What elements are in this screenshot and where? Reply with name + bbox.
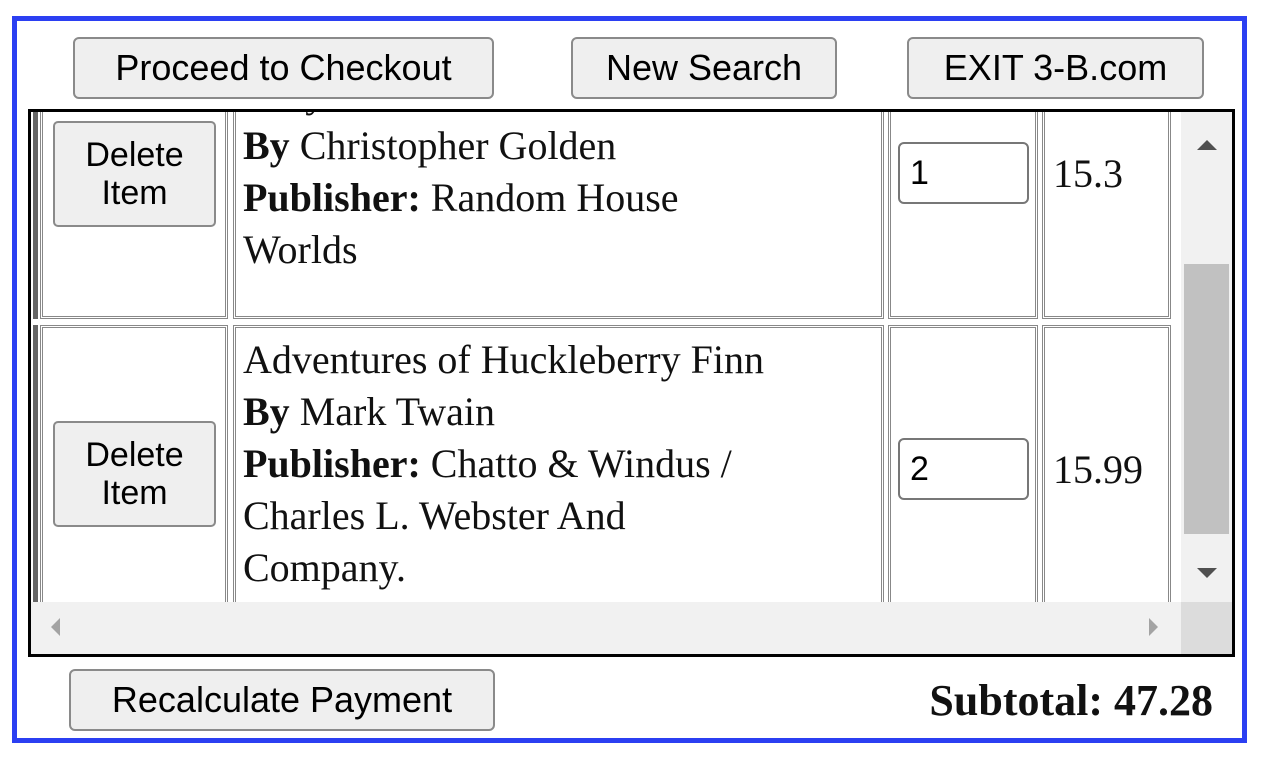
cart-items-viewport: DeleteItem Labyrinth By Christopher Gold… <box>31 112 1181 602</box>
scroll-up-arrow-icon[interactable] <box>1197 140 1217 150</box>
quantity-cell <box>888 325 1038 602</box>
price-cell: 15.3 <box>1042 112 1171 319</box>
scroll-left-arrow-icon[interactable] <box>51 618 60 636</box>
publisher-label: Publisher: <box>243 175 421 220</box>
quantity-input[interactable] <box>898 142 1029 204</box>
book-publisher: Chatto & Windus / <box>430 441 732 486</box>
vertical-scrollbar[interactable] <box>1181 112 1232 602</box>
subtotal-text: Subtotal: 47.28 <box>929 676 1213 725</box>
delete-item-button[interactable]: Delete Item <box>53 421 216 527</box>
by-label: By <box>243 123 290 168</box>
vertical-scroll-thumb[interactable] <box>1184 264 1229 534</box>
book-title: Labyrinth <box>243 112 679 120</box>
delete-label: Delete <box>85 136 184 174</box>
cart-items-scroll-area[interactable]: DeleteItem Labyrinth By Christopher Gold… <box>28 109 1235 657</box>
delete-item-button[interactable]: Delete Item <box>53 121 216 227</box>
scroll-down-arrow-icon[interactable] <box>1197 568 1217 578</box>
quantity-cell <box>888 112 1038 319</box>
exit-button[interactable]: EXIT 3-B.com <box>907 37 1204 99</box>
quantity-input[interactable] <box>898 438 1029 500</box>
price-cell: 15.99 <box>1042 325 1171 602</box>
proceed-to-checkout-button[interactable]: Proceed to Checkout <box>73 37 494 99</box>
horizontal-scrollbar[interactable] <box>31 602 1181 654</box>
item-description: Labyrinth By Christopher Golden Publishe… <box>243 112 679 276</box>
scrollbar-corner <box>1181 602 1232 654</box>
book-author: Christopher Golden <box>299 123 617 168</box>
delete-cell: Delete Item <box>40 112 228 319</box>
scroll-right-arrow-icon[interactable] <box>1149 618 1158 636</box>
row-border <box>33 325 38 602</box>
new-search-button[interactable]: New Search <box>571 37 837 99</box>
book-publisher: Company. <box>243 545 406 590</box>
book-title: Adventures of Huckleberry Finn <box>243 337 764 382</box>
row-border <box>33 112 38 319</box>
recalculate-payment-button[interactable]: Recalculate Payment <box>69 669 495 731</box>
item-price: 15.3 <box>1053 151 1123 196</box>
item-price: 15.99 <box>1053 447 1143 492</box>
description-cell: Adventures of Huckleberry Finn By Mark T… <box>233 325 884 602</box>
cart-frame: Proceed to Checkout New Search EXIT 3-B.… <box>12 16 1247 743</box>
delete-cell: Delete Item <box>40 325 228 602</box>
delete-label: Item <box>101 174 168 212</box>
delete-label: Delete <box>85 436 184 474</box>
book-publisher: Random House <box>430 175 679 220</box>
delete-label: Item <box>101 474 168 512</box>
publisher-label: Publisher: <box>243 441 421 486</box>
book-publisher: Worlds <box>243 227 358 272</box>
item-description: Adventures of Huckleberry Finn By Mark T… <box>243 334 764 594</box>
book-publisher: Charles L. Webster And <box>243 493 626 538</box>
by-label: By <box>243 389 290 434</box>
book-author: Mark Twain <box>299 389 495 434</box>
description-cell: Labyrinth By Christopher Golden Publishe… <box>233 112 884 319</box>
